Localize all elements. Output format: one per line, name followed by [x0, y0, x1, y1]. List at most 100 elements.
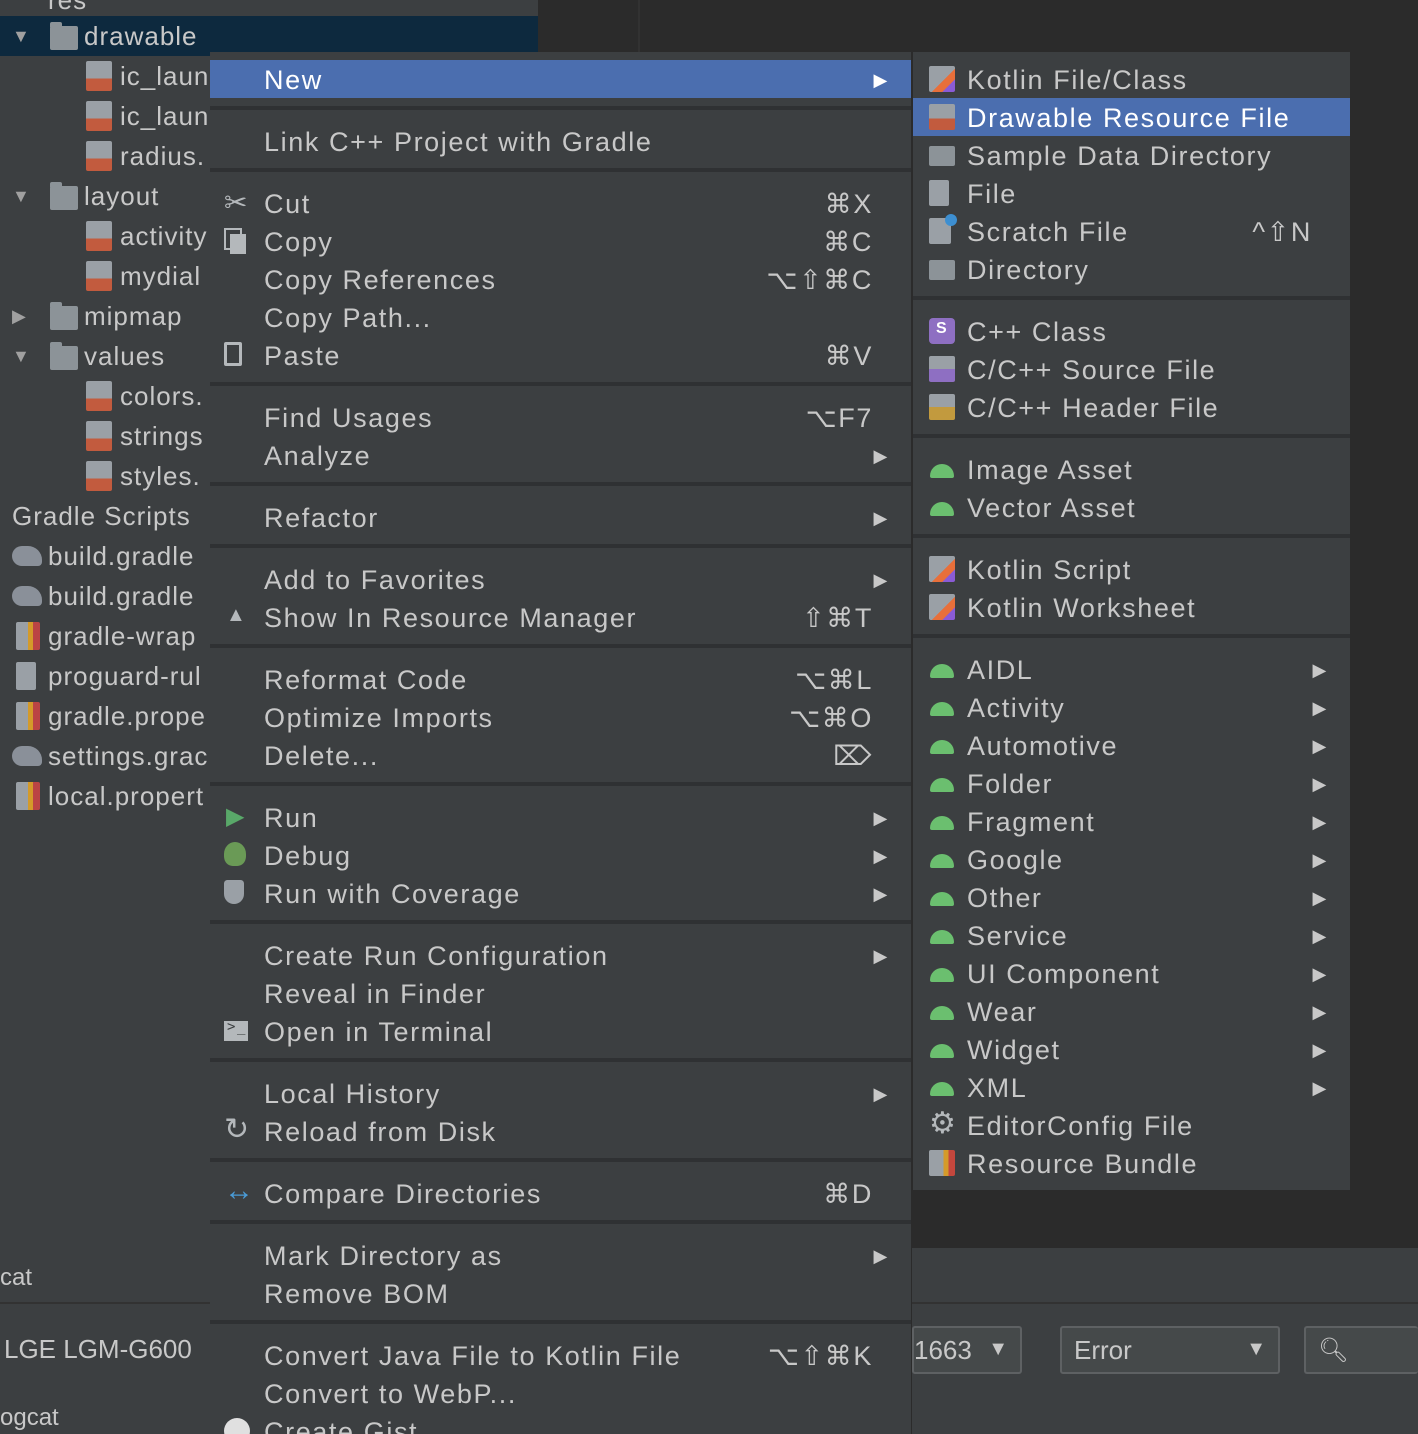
menu-item-reformat-code[interactable]: Reformat Code ⌥⌘L	[210, 660, 911, 698]
cpp-header-icon	[929, 394, 955, 420]
submenu-arrow-icon: ▶	[1312, 812, 1328, 832]
menu-item-create-gist[interactable]: Create Gist	[210, 1412, 911, 1434]
menu-item-label: Drawable Resource File	[967, 103, 1291, 133]
submenu-item-drawable-resource-file[interactable]: Drawable Resource File	[913, 98, 1350, 136]
submenu-item-other[interactable]: Other ▶	[913, 878, 1350, 916]
tree-item-label: local.propert	[48, 780, 205, 811]
menu-item-copy-path[interactable]: Copy Path...	[210, 298, 911, 336]
submenu-item-wear[interactable]: Wear ▶	[913, 992, 1350, 1030]
menu-item-label: Copy References	[264, 265, 497, 295]
menu-item-compare-directories[interactable]: Compare Directories ⌘D	[210, 1174, 911, 1212]
log-level-dropdown[interactable]: Error ▼	[1060, 1326, 1280, 1374]
submenu-item-kotlin-worksheet[interactable]: Kotlin Worksheet	[913, 588, 1350, 626]
menu-item-optimize-imports[interactable]: Optimize Imports ⌥⌘O	[210, 698, 911, 736]
submenu-item-xml[interactable]: XML ▶	[913, 1068, 1350, 1106]
menu-item-convert-java-to-kotlin[interactable]: Convert Java File to Kotlin File ⌥⇧⌘K	[210, 1336, 911, 1374]
expand-arrow-icon[interactable]: ▼	[12, 26, 31, 47]
menu-item-delete[interactable]: Delete... ⌦	[210, 736, 911, 774]
submenu-item-sample-data-directory[interactable]: Sample Data Directory	[913, 136, 1350, 174]
menu-item-label: Image Asset	[967, 455, 1134, 485]
xml-file-icon	[86, 101, 112, 131]
menu-item-add-to-favorites[interactable]: Add to Favorites ▶	[210, 560, 911, 598]
collapse-arrow-icon[interactable]: ▶	[12, 306, 27, 327]
submenu-item-kotlin-script[interactable]: Kotlin Script	[913, 550, 1350, 588]
menu-item-label: Mark Directory as	[264, 1241, 503, 1271]
device-selector[interactable]: LGE LGM-G600	[4, 1334, 192, 1365]
paste-icon	[224, 342, 242, 366]
logcat-search-input[interactable]: 🔍︎	[1304, 1326, 1418, 1374]
submenu-item-file[interactable]: File	[913, 174, 1350, 212]
submenu-item-activity[interactable]: Activity ▶	[913, 688, 1350, 726]
menu-item-label: Copy Path...	[264, 303, 432, 333]
submenu-item-cpp-source-file[interactable]: C/C++ Source File	[913, 350, 1350, 388]
submenu-item-service[interactable]: Service ▶	[913, 916, 1350, 954]
submenu-item-scratch-file[interactable]: Scratch File ^⇧N	[913, 212, 1350, 250]
menu-item-cut[interactable]: Cut ⌘X	[210, 184, 911, 222]
menu-item-find-usages[interactable]: Find Usages ⌥F7	[210, 398, 911, 436]
process-dropdown[interactable]: 1663 ▼	[912, 1326, 1022, 1374]
menu-item-label: Show In Resource Manager	[264, 603, 638, 633]
android-icon	[929, 1036, 955, 1062]
submenu-item-cpp-header-file[interactable]: C/C++ Header File	[913, 388, 1350, 426]
android-icon	[929, 1074, 955, 1100]
folder-icon	[50, 182, 78, 210]
menu-item-label: Analyze	[264, 441, 372, 471]
reload-icon	[224, 1112, 251, 1147]
menu-item-create-run-configuration[interactable]: Create Run Configuration ▶	[210, 936, 911, 974]
menu-item-analyze[interactable]: Analyze ▶	[210, 436, 911, 474]
menu-item-open-in-terminal[interactable]: Open in Terminal	[210, 1012, 911, 1050]
menu-item-label: Local History	[264, 1079, 441, 1109]
submenu-item-directory[interactable]: Directory	[913, 250, 1350, 288]
logcat-tab-label[interactable]: cat	[0, 1264, 32, 1292]
submenu-item-kotlin-file[interactable]: Kotlin File/Class	[913, 60, 1350, 98]
menu-item-link-cpp[interactable]: Link C++ Project with Gradle	[210, 122, 911, 160]
submenu-item-automotive[interactable]: Automotive ▶	[913, 726, 1350, 764]
menu-separator	[913, 434, 1350, 438]
submenu-item-cpp-class[interactable]: C++ Class	[913, 312, 1350, 350]
compare-icon	[224, 1174, 256, 1208]
expand-arrow-icon[interactable]: ▼	[12, 346, 31, 367]
submenu-arrow-icon: ▶	[1312, 660, 1328, 680]
menu-item-copy[interactable]: Copy ⌘C	[210, 222, 911, 260]
menu-item-run-with-coverage[interactable]: Run with Coverage ▶	[210, 874, 911, 912]
menu-item-mark-directory-as[interactable]: Mark Directory as ▶	[210, 1236, 911, 1274]
menu-item-reload-from-disk[interactable]: Reload from Disk	[210, 1112, 911, 1150]
menu-item-show-in-resource-manager[interactable]: Show In Resource Manager ⇧⌘T	[210, 598, 911, 636]
submenu-arrow-icon: ▶	[873, 70, 889, 90]
submenu-item-ui-component[interactable]: UI Component ▶	[913, 954, 1350, 992]
tree-item-drawable[interactable]: ▼ drawable	[0, 16, 538, 56]
menu-item-reveal-in-finder[interactable]: Reveal in Finder	[210, 974, 911, 1012]
submenu-item-vector-asset[interactable]: Vector Asset	[913, 488, 1350, 526]
submenu-item-image-asset[interactable]: Image Asset	[913, 450, 1350, 488]
logcat-footer-label[interactable]: ogcat	[0, 1404, 59, 1432]
expand-arrow-icon[interactable]: ▼	[12, 186, 31, 207]
submenu-item-resource-bundle[interactable]: Resource Bundle	[913, 1144, 1350, 1182]
menu-item-label: Reveal in Finder	[264, 979, 487, 1009]
menu-item-remove-bom[interactable]: Remove BOM	[210, 1274, 911, 1312]
menu-item-convert-to-webp[interactable]: Convert to WebP...	[210, 1374, 911, 1412]
menu-item-copy-references[interactable]: Copy References ⌥⇧⌘C	[210, 260, 911, 298]
android-icon	[929, 656, 955, 682]
submenu-item-google[interactable]: Google ▶	[913, 840, 1350, 878]
search-icon: 🔍︎	[1318, 1336, 1349, 1364]
submenu-item-editorconfig-file[interactable]: EditorConfig File	[913, 1106, 1350, 1144]
submenu-item-aidl[interactable]: AIDL ▶	[913, 650, 1350, 688]
tree-item-label: colors.	[120, 380, 204, 411]
android-icon	[929, 884, 955, 910]
submenu-arrow-icon: ▶	[1312, 888, 1328, 908]
menu-item-label: EditorConfig File	[967, 1111, 1194, 1141]
menu-item-paste[interactable]: Paste ⌘V	[210, 336, 911, 374]
menu-item-run[interactable]: Run ▶	[210, 798, 911, 836]
menu-item-debug[interactable]: Debug ▶	[210, 836, 911, 874]
editor-divider[interactable]	[638, 0, 640, 52]
menu-item-new[interactable]: New ▶	[210, 60, 911, 98]
submenu-item-folder[interactable]: Folder ▶	[913, 764, 1350, 802]
submenu-item-widget[interactable]: Widget ▶	[913, 1030, 1350, 1068]
submenu-arrow-icon: ▶	[873, 1246, 889, 1266]
android-icon	[929, 998, 955, 1024]
menu-item-local-history[interactable]: Local History ▶	[210, 1074, 911, 1112]
submenu-item-fragment[interactable]: Fragment ▶	[913, 802, 1350, 840]
delete-key-icon: ⌦	[833, 741, 873, 771]
menu-item-label: New	[264, 65, 323, 95]
menu-item-refactor[interactable]: Refactor ▶	[210, 498, 911, 536]
